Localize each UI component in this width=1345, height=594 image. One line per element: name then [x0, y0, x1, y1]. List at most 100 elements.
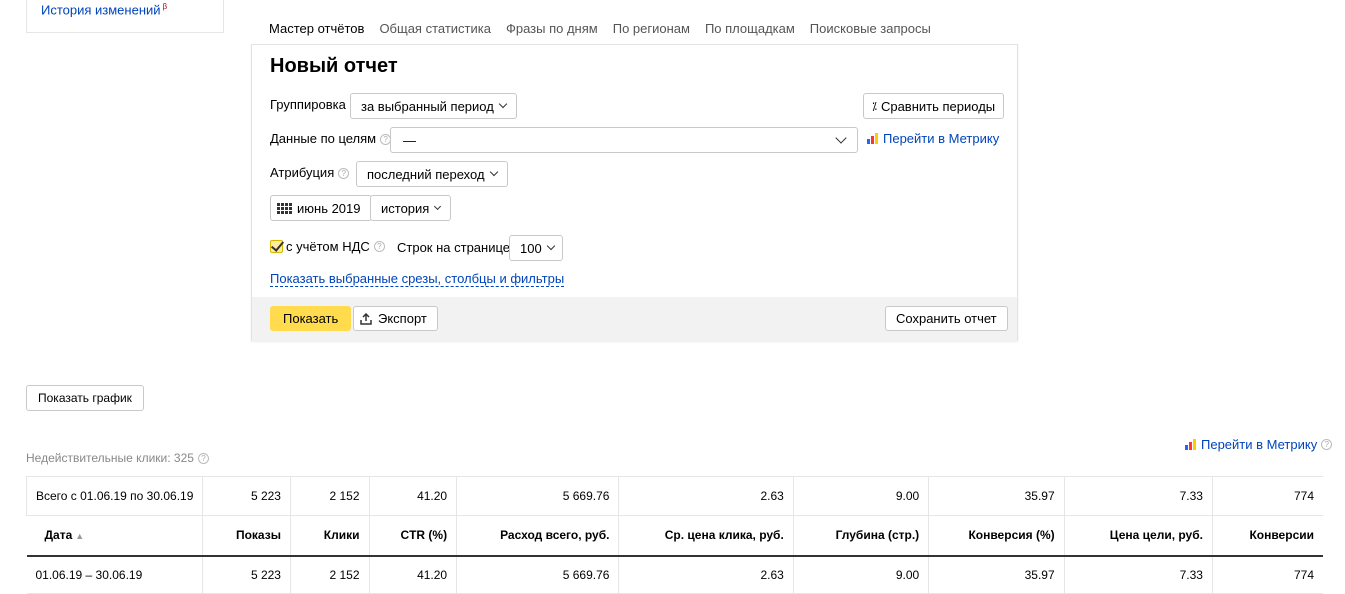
table-cell: 774 [1212, 555, 1323, 594]
goals-label: Данные по целям? [270, 131, 392, 146]
help-icon[interactable]: ? [338, 168, 350, 179]
help-icon[interactable]: ? [197, 453, 209, 464]
history-link[interactable]: История изменений β [41, 2, 167, 17]
help-icon[interactable]: ? [1321, 439, 1333, 450]
vat-checkbox[interactable] [270, 240, 283, 253]
column-header-date[interactable]: Дата ▲ [26, 515, 204, 557]
rows-per-page-value: 100 [520, 240, 542, 256]
tab-phrases-by-day[interactable]: Фразы по дням [506, 19, 598, 46]
total-cell: 7.33 [1064, 476, 1213, 516]
show-filters-label: Показать выбранные срезы, столбцы и филь… [270, 271, 565, 287]
show-chart-button[interactable]: Показать график [26, 385, 144, 411]
goals-label-text: Данные по целям [270, 131, 377, 146]
chevron-down-icon [489, 167, 498, 177]
column-header-conversions[interactable]: Конверсии [1212, 515, 1323, 557]
total-row: Всего с 01.06.19 по 30.06.19 5 223 2 152… [25, 476, 1323, 516]
table-cell: 01.06.19 – 30.06.19 [26, 555, 204, 594]
show-chart-label: Показать график [38, 391, 132, 405]
metrika-link-bottom[interactable]: Перейти в Метрику ? [1185, 437, 1333, 452]
total-cell: 2 152 [290, 476, 370, 516]
beta-badge: β [162, 2, 168, 11]
metrika-link-bottom-label: Перейти в Метрику [1201, 437, 1318, 452]
total-cell: 774 [1212, 476, 1323, 516]
tab-by-regions[interactable]: По регионам [613, 19, 690, 46]
grouping-select[interactable]: за выбранный период [350, 93, 517, 119]
column-header-clicks[interactable]: Клики [290, 515, 370, 557]
column-header-date-label: Дата [44, 528, 73, 543]
total-cell: 35.97 [928, 476, 1065, 516]
save-report-button[interactable]: Сохранить отчет [885, 306, 1008, 331]
total-cell: Всего с 01.06.19 по 30.06.19 [25, 476, 204, 516]
table-header-row: Дата ▲ Показы Клики CTR (%) Расход всего,… [26, 515, 1323, 557]
table-cell: 41.20 [369, 555, 458, 594]
attribution-select[interactable]: последний переход [356, 161, 508, 187]
grouping-label: Группировка [270, 97, 346, 112]
metrika-link-label: Перейти в Метрику [883, 131, 1000, 146]
history-panel: История изменений β [26, 0, 224, 33]
grouping-value: за выбранный период [361, 98, 494, 114]
column-header-goal-cost[interactable]: Цена цели, руб. [1064, 515, 1213, 557]
table-cell: 5 669.76 [456, 555, 620, 594]
attribution-value: последний переход [367, 166, 485, 182]
invalid-clicks-text: Недействительные клики: 325 [26, 451, 194, 465]
sort-asc-icon: ▲ [75, 531, 85, 542]
tab-search-queries[interactable]: Поисковые запросы [810, 19, 931, 46]
metrika-icon [867, 133, 878, 144]
invalid-clicks-note: Недействительные клики: 325? [26, 451, 209, 465]
period-picker[interactable]: июнь 2019 [270, 195, 372, 221]
show-button-label: Показать [283, 311, 339, 326]
chevron-down-icon [434, 202, 442, 210]
table-cell: 2.63 [618, 555, 794, 594]
column-header-conversion-rate[interactable]: Конверсия (%) [928, 515, 1065, 557]
calendar-icon [277, 202, 292, 214]
table-row: 01.06.19 – 30.06.19 5 223 2 152 41.20 5 … [26, 555, 1323, 594]
show-button[interactable]: Показать [270, 306, 352, 331]
chevron-down-icon [498, 99, 508, 109]
table-cell: 5 223 [202, 555, 291, 594]
report-title: Новый отчет [270, 55, 398, 77]
metrika-icon [1185, 439, 1196, 450]
compare-periods-label: Сравнить периоды [880, 98, 996, 114]
show-filters-link[interactable]: Показать выбранные срезы, столбцы и филь… [270, 271, 565, 287]
tab-report-master[interactable]: Мастер отчётов [269, 19, 365, 46]
period-value: июнь 2019 [297, 200, 361, 216]
rows-per-page-label: Строк на странице [397, 240, 511, 255]
attribution-label-text: Атрибуция [270, 165, 335, 180]
table-cell: 2 152 [290, 555, 370, 594]
total-cell: 2.63 [618, 476, 794, 516]
export-button[interactable]: Экспорт [353, 306, 438, 331]
metrika-link[interactable]: Перейти в Метрику [867, 131, 999, 146]
column-header-spend[interactable]: Расход всего, руб. [456, 515, 620, 557]
save-report-label: Сохранить отчет [896, 311, 997, 326]
table-cell: 7.33 [1064, 555, 1213, 594]
vat-label: с учётом НДС [286, 239, 370, 254]
attribution-label: Атрибуция? [270, 165, 350, 180]
period-history-select[interactable]: история [370, 195, 452, 221]
column-header-impressions[interactable]: Показы [202, 515, 291, 557]
total-cell: 41.20 [369, 476, 458, 516]
table-cell: 9.00 [793, 555, 930, 594]
chevron-down-icon [835, 132, 847, 144]
column-header-depth[interactable]: Глубина (стр.) [793, 515, 930, 557]
rows-per-page-select[interactable]: 100 [509, 235, 563, 261]
tab-by-platforms[interactable]: По площадкам [705, 19, 795, 46]
goals-select[interactable]: — [390, 127, 858, 153]
vat-checkbox-row[interactable]: с учётом НДС? [270, 239, 385, 254]
tab-general-stats[interactable]: Общая статистика [379, 19, 491, 46]
chevron-down-icon [546, 241, 555, 251]
total-cell: 5 223 [202, 476, 291, 516]
export-button-label: Экспорт [378, 311, 427, 326]
period-history-value: история [381, 200, 430, 216]
compare-periods-button[interactable]: ⁒ Сравнить периоды [863, 93, 1005, 119]
total-cell: 5 669.76 [456, 476, 620, 516]
stats-table: Всего с 01.06.19 по 30.06.19 5 223 2 152… [25, 476, 1323, 594]
report-tabs: Мастер отчётов Общая статистика Фразы по… [269, 19, 931, 46]
goals-value: — [403, 132, 416, 148]
help-icon[interactable]: ? [373, 241, 385, 252]
column-header-ctr[interactable]: CTR (%) [369, 515, 458, 557]
report-card: Новый отчет Группировка за выбранный пер… [251, 44, 1018, 341]
total-cell: 9.00 [793, 476, 930, 516]
table-cell: 35.97 [928, 555, 1065, 594]
export-icon [360, 312, 372, 325]
column-header-avg-cpc[interactable]: Ср. цена клика, руб. [618, 515, 794, 557]
